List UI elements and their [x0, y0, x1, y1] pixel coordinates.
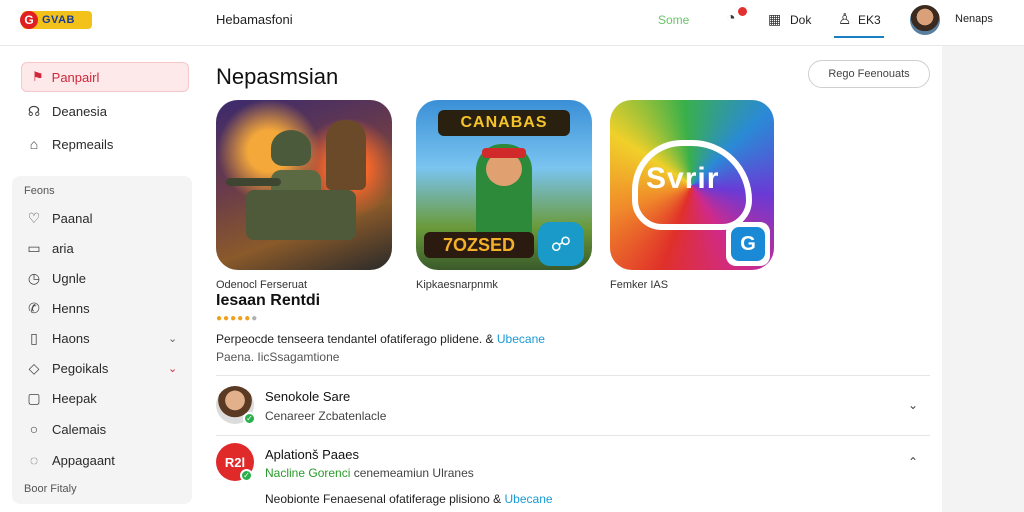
user-icon[interactable]: ♙ [838, 10, 851, 28]
panel-footer[interactable]: Boor Fitaly [24, 483, 77, 495]
tank-barrel [226, 178, 281, 186]
controller-icon: ☍ [538, 222, 584, 266]
book-icon: ▯ [30, 330, 38, 346]
page-title: Nepasmsian [216, 64, 339, 89]
verified-icon: ✓ [240, 469, 253, 482]
sidebar-item-active[interactable]: ⚑ Panpairl [21, 62, 189, 92]
card-logo-word: Svrir [646, 162, 720, 195]
divider [216, 375, 930, 376]
status-link[interactable]: Some [658, 13, 689, 27]
card-caption[interactable]: Femker IAS [610, 279, 668, 291]
game-tag: 7OZSED [424, 232, 534, 258]
bell-icon: ◌ [29, 452, 39, 468]
list-item-highlight: Nacline Gorenci [265, 466, 351, 480]
panel-item-label: Haons [52, 331, 90, 346]
circle-icon: ○ [29, 421, 39, 437]
game-card-image-1[interactable] [216, 100, 392, 270]
active-tab-indicator [834, 36, 884, 38]
panel-item-label: Paanal [52, 211, 93, 226]
app-logo[interactable]: G GVAB [20, 11, 92, 29]
grid-label[interactable]: Dok [790, 13, 811, 27]
divider [216, 435, 930, 436]
panel-item-aria[interactable]: ▭ aria [26, 240, 74, 257]
sidebar-item-repmeails[interactable]: ⌂ Repmeails [26, 136, 114, 152]
featured-description: Perpeocde tenseera tendantel ofatiferago… [216, 332, 545, 346]
list-item-title[interactable]: Senokole Sare [265, 389, 350, 404]
avatar[interactable] [910, 5, 940, 35]
flag-icon: ⚑ [32, 69, 44, 84]
phone-icon: ✆ [28, 300, 40, 316]
verified-icon: ✓ [243, 412, 256, 425]
list-item-subtitle-text: cenemeamiun Ulranes [350, 466, 474, 480]
panel-item-label: aria [52, 241, 74, 256]
sidebar-item-label: Repmeails [52, 136, 114, 152]
panel-item-label: Ugnle [52, 271, 86, 286]
game-banner: CANABAS [438, 110, 570, 136]
helmet-figure [271, 130, 311, 166]
panel-item-label: Heepak [52, 391, 97, 406]
app-title: Hebamasfoni [216, 12, 293, 27]
user-name[interactable]: Nenaps [955, 13, 993, 25]
hero-headband [482, 148, 526, 158]
clock-icon: ◷ [27, 270, 41, 286]
sidebar-item-deanesia[interactable]: ☊ Deanesia [26, 103, 107, 120]
chevron-down-icon[interactable]: ⌄ [168, 332, 177, 345]
panel-item-haons[interactable]: ▯ Haons [26, 330, 90, 347]
sidebar-item-label: Panpairl [51, 69, 100, 85]
description-text: Neobionte Fenaesenal ofatiferage plision… [265, 492, 502, 506]
header-button[interactable]: Rego Feenouats [808, 60, 930, 88]
panel-item-ugnle[interactable]: ◷ Ugnle [26, 270, 86, 287]
heart-icon: ♡ [27, 210, 41, 226]
star-icon: ● [216, 313, 224, 324]
app-badge-icon: G [726, 222, 770, 266]
top-bar: G GVAB Hebamasfoni Some ◔ ▦ Dok ♙ EK3 Ne… [0, 0, 1024, 46]
list-item-subtitle: Cenareer Zcbatenlacle [265, 409, 387, 423]
panel-item-heepak[interactable]: ▢ Heepak [26, 390, 97, 407]
chevron-down-icon[interactable]: ⌄ [908, 398, 918, 412]
featured-title[interactable]: Iesaan Rentdi [216, 292, 320, 310]
description-link[interactable]: Ubecane [505, 492, 553, 506]
notification-badge [738, 7, 747, 16]
soldier-figure [326, 120, 366, 190]
panel-item-pegoikals[interactable]: ◇ Pegoikals [26, 360, 109, 377]
panel-item-label: Henns [52, 301, 90, 316]
panel-item-label: Calemais [52, 421, 107, 437]
panel-heading: Feons [24, 185, 55, 197]
description-text: Perpeocde tenseera tendantel ofatiferago… [216, 332, 494, 346]
panel-item-label: Pegoikals [52, 361, 109, 376]
grid-icon[interactable]: ▦ [768, 11, 781, 28]
logo-text: GVAB [42, 14, 75, 26]
featured-subtext: Paena. IicSsagamtione [216, 350, 340, 364]
game-card-image-3[interactable]: Svrir G [610, 100, 774, 270]
calendar-icon: ▭ [27, 240, 41, 256]
panel-item-appagaant[interactable]: ◌ Appagaant [26, 452, 115, 468]
panel-item-label: Appagaant [52, 452, 115, 468]
sidebar-item-label: Deanesia [52, 104, 107, 119]
star-rating: ●●●●●● [216, 313, 258, 324]
star-icon: ● [251, 313, 259, 324]
list-item-title[interactable]: Aplationš Paaes [265, 447, 359, 462]
chevron-up-icon[interactable]: ⌃ [908, 455, 918, 469]
description-link[interactable]: Ubecane [497, 332, 545, 346]
list-item-description: Neobionte Fenaesenal ofatiferage plision… [265, 492, 553, 506]
list-item-subtitle: Nacline Gorenci cenemeamiun Ulranes [265, 466, 474, 480]
chevron-down-icon[interactable]: ⌄ [168, 362, 177, 375]
panel-item-paanal[interactable]: ♡ Paanal [26, 210, 93, 227]
card-caption[interactable]: Odenocl Ferseruat [216, 279, 307, 291]
account-label[interactable]: EK3 [858, 13, 881, 27]
tank-body [246, 190, 356, 240]
game-card-image-2[interactable]: CANABAS 7OZSED ☍ [416, 100, 592, 270]
leaf-icon: ☊ [27, 103, 41, 119]
panel-item-calemais[interactable]: ○ Calemais [26, 421, 106, 437]
right-rail [942, 46, 1024, 512]
logo-mark: G [20, 11, 38, 29]
notification-icon[interactable]: ◔ [726, 10, 736, 28]
panel-item-henns[interactable]: ✆ Henns [26, 300, 90, 317]
home-icon: ⌂ [29, 136, 39, 152]
card-caption[interactable]: Kipkaesnarpnmk [416, 279, 498, 291]
square-icon: ▢ [27, 390, 41, 406]
tag-icon: ◇ [28, 360, 40, 376]
